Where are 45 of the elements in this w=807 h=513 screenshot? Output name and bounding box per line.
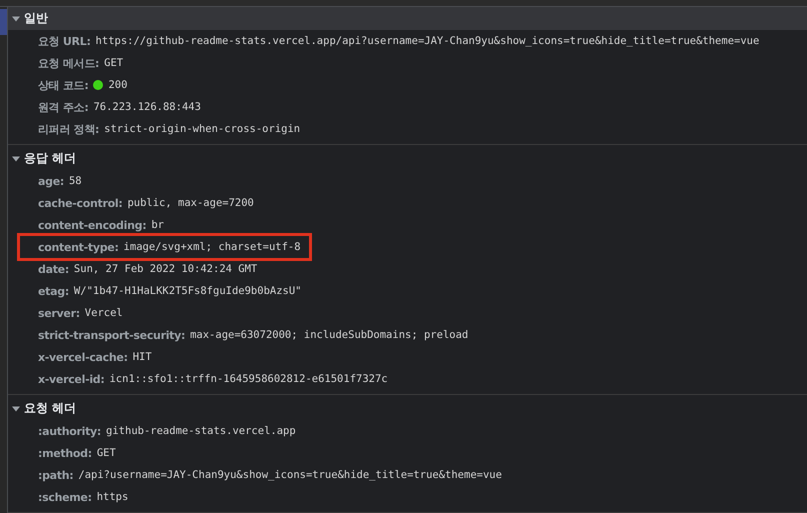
header-name: content-type: [38, 240, 119, 254]
header-name: date: [38, 262, 69, 276]
section-header[interactable]: 응답 헤더 [8, 147, 807, 170]
header-name: content-encoding: [38, 218, 146, 232]
header-value: /api?username=JAY-Chan9yu&show_icons=true&hide_title=true&theme=vue [78, 469, 502, 481]
header-name: :method: [38, 446, 92, 460]
header-name: server: [38, 306, 80, 320]
gutter-marker [0, 9, 7, 35]
header-name: 리퍼러 정책: [38, 122, 100, 136]
header-value: br [151, 219, 164, 231]
header-value: GET [104, 57, 124, 69]
triangle-icon [12, 154, 20, 162]
header-name: :authority: [38, 424, 102, 438]
header-value: HIT [132, 351, 152, 363]
header-name: :scheme: [38, 490, 92, 504]
header-value: 58 [68, 175, 82, 187]
header-value: 76.223.126.88:443 [93, 101, 201, 113]
header-value: 200 [108, 79, 128, 91]
header-value: Sun, 27 Feb 2022 10:42:24 GMT [74, 263, 258, 275]
header-name: 원격 주소: [38, 100, 88, 114]
header-value: github-readme-stats.vercel.app [106, 425, 296, 437]
section-header[interactable]: 요청 헤더 [8, 397, 807, 420]
header-value: public, max-age=7200 [127, 197, 254, 209]
header-value: https [96, 491, 128, 503]
header-name: x-vercel-cache: [38, 350, 128, 364]
header-value: https://github-readme-stats.vercel.app/api?username=JAY-Chan9yu&show_icons=true&hide_title=true&theme=vue [96, 35, 760, 47]
header-name: 요청 메서드: [38, 56, 100, 70]
header-value: strict-origin-when-cross-origin [104, 123, 300, 135]
header-value: icn1::sfo1::trffn-1645958602812-e61501f7327c [109, 373, 388, 385]
header-name: x-vercel-id: [38, 372, 104, 386]
header-name: strict-transport-security: [38, 328, 186, 342]
section-header[interactable]: 일반 [8, 7, 807, 30]
header-value: max-age=63072000; includeSubDomains; preload [190, 329, 468, 341]
header-value: GET [96, 447, 116, 459]
header-name: 상태 코드: [38, 78, 88, 92]
header-name: age: [38, 174, 64, 188]
triangle-icon [12, 404, 20, 412]
header-value: image/svg+xml; charset=utf-8 [124, 241, 301, 253]
header-name: cache-control: [38, 196, 122, 210]
header-name: etag: [38, 284, 69, 298]
header-value: Vercel [84, 307, 123, 319]
header-name: :path: [38, 468, 74, 482]
triangle-icon [12, 14, 20, 22]
header-name: 요청 URL: [38, 34, 91, 48]
header-value: W/"1b47-H1HaLKK2T5Fs8fguIde9b0bAzsU" [74, 285, 302, 297]
